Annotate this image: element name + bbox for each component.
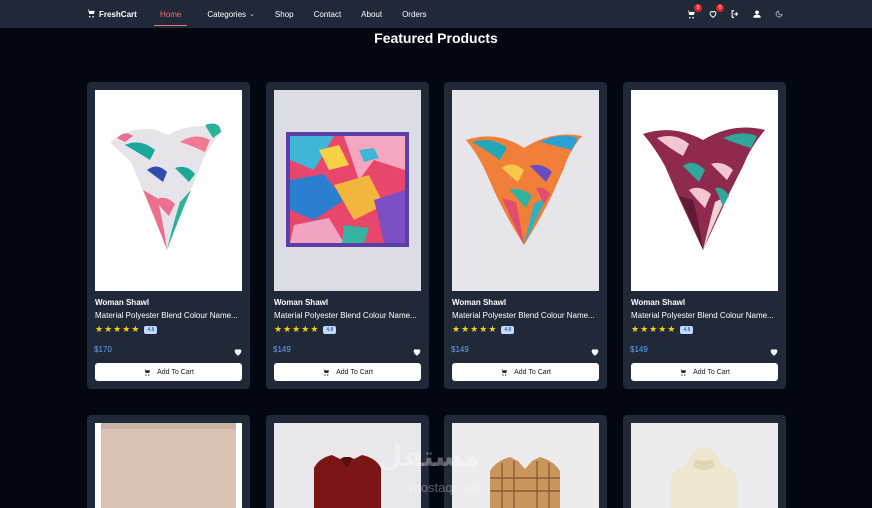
product-description: Material Polyester Blend Colour Name... [274, 311, 417, 320]
product-card[interactable] [87, 415, 250, 508]
rating-stars: ★ ★ ★ ★ ★ 4.8 [95, 324, 158, 335]
star-icon: ★ [658, 324, 667, 334]
rating-stars: ★ ★ ★ ★ ★ 4.8 [452, 324, 515, 335]
star-icon: ★ [640, 324, 649, 334]
product-description: Material Polyester Blend Colour Name... [95, 311, 238, 320]
product-title[interactable]: Woman Shawl [95, 298, 149, 307]
rating-badge: 4.8 [680, 325, 694, 334]
add-to-cart-label: Add To Cart [336, 368, 373, 376]
star-icon: ★ [649, 324, 658, 334]
add-to-cart-button[interactable]: Add To Cart [274, 363, 421, 381]
star-icon: ★ [95, 324, 104, 334]
add-to-cart-button[interactable]: Add To Cart [631, 363, 778, 381]
star-icon: ★ [461, 324, 470, 334]
star-icon: ★ [274, 324, 283, 334]
product-image[interactable] [631, 423, 778, 508]
product-image[interactable] [631, 90, 778, 291]
cart-icon [679, 369, 687, 376]
star-icon: ★ [283, 324, 292, 334]
product-price: $149 [451, 345, 469, 354]
star-icon: ★ [452, 324, 461, 334]
cart-icon [143, 369, 151, 376]
star-icon: ★ [470, 324, 479, 334]
nav-shop[interactable]: Shop [275, 0, 294, 28]
watermark-url: mostaql.com [410, 480, 484, 495]
product-description: Material Polyester Blend Colour Name... [452, 311, 595, 320]
brand-logo[interactable]: FreshCart [86, 0, 137, 28]
brand-name: FreshCart [99, 9, 137, 19]
nav-about[interactable]: About [361, 0, 382, 28]
product-card[interactable]: Woman Shawl Material Polyester Blend Col… [87, 82, 250, 389]
add-to-cart-label: Add To Cart [514, 368, 551, 376]
star-icon: ★ [488, 324, 497, 334]
rating-badge: 4.8 [501, 325, 515, 334]
wishlist-count-badge: 0 [716, 4, 724, 12]
product-price: $170 [94, 345, 112, 354]
product-card[interactable]: Woman Shawl Material Polyester Blend Col… [623, 82, 786, 389]
wishlist-heart-icon[interactable] [590, 344, 600, 356]
product-card[interactable] [623, 415, 786, 508]
nav-categories[interactable]: Categories ⌄ [207, 0, 255, 28]
logout-icon[interactable] [730, 9, 740, 19]
rating-badge: 4.8 [323, 325, 337, 334]
add-to-cart-button[interactable]: Add To Cart [452, 363, 599, 381]
star-icon: ★ [479, 324, 488, 334]
nav-home[interactable]: Home [153, 0, 188, 28]
star-icon: ★ [667, 324, 676, 334]
heart-icon[interactable]: 0 [708, 4, 724, 19]
product-image[interactable] [274, 90, 421, 291]
star-icon: ★ [104, 324, 113, 334]
nav-links: Home Categories ⌄ Shop Contact About Orde… [153, 0, 447, 28]
product-image[interactable] [95, 90, 242, 291]
cart-icon [86, 8, 96, 20]
rating-stars: ★ ★ ★ ★ ★ 4.8 [274, 324, 337, 335]
product-description: Material Polyester Blend Colour Name... [631, 311, 774, 320]
product-card[interactable]: Woman Shawl Material Polyester Blend Col… [444, 82, 607, 389]
add-to-cart-label: Add To Cart [693, 368, 730, 376]
add-to-cart-button[interactable]: Add To Cart [95, 363, 242, 381]
rating-badge: 4.8 [144, 325, 158, 334]
chevron-down-icon: ⌄ [249, 11, 255, 18]
nav-icons: 0 0 [686, 0, 784, 28]
section-title: Featured Products [374, 30, 498, 46]
star-icon: ★ [131, 324, 140, 334]
product-title[interactable]: Woman Shawl [274, 298, 328, 307]
star-icon: ★ [113, 324, 122, 334]
cart-count-badge: 0 [694, 4, 702, 12]
star-icon: ★ [301, 324, 310, 334]
wishlist-heart-icon[interactable] [412, 344, 422, 356]
star-icon: ★ [631, 324, 640, 334]
product-price: $149 [630, 345, 648, 354]
product-title[interactable]: Woman Shawl [631, 298, 685, 307]
nav-orders[interactable]: Orders [402, 0, 426, 28]
wishlist-heart-icon[interactable] [233, 344, 243, 356]
product-image[interactable] [95, 423, 242, 508]
navbar: FreshCart Home Categories ⌄ Shop Contact … [0, 0, 872, 28]
wishlist-heart-icon[interactable] [769, 344, 779, 356]
star-icon: ★ [310, 324, 319, 334]
add-to-cart-label: Add To Cart [157, 368, 194, 376]
watermark-logo: مستقل [378, 440, 481, 473]
cart-icon[interactable]: 0 [686, 4, 702, 19]
product-image[interactable] [452, 90, 599, 291]
cart-icon [500, 369, 508, 376]
star-icon: ★ [292, 324, 301, 334]
theme-toggle-icon[interactable] [774, 9, 784, 19]
star-icon: ★ [122, 324, 131, 334]
product-card[interactable]: Woman Shawl Material Polyester Blend Col… [266, 82, 429, 389]
user-icon[interactable] [752, 9, 762, 19]
cart-icon [322, 369, 330, 376]
product-price: $149 [273, 345, 291, 354]
product-title[interactable]: Woman Shawl [452, 298, 506, 307]
nav-contact[interactable]: Contact [314, 0, 342, 28]
rating-stars: ★ ★ ★ ★ ★ 4.8 [631, 324, 694, 335]
